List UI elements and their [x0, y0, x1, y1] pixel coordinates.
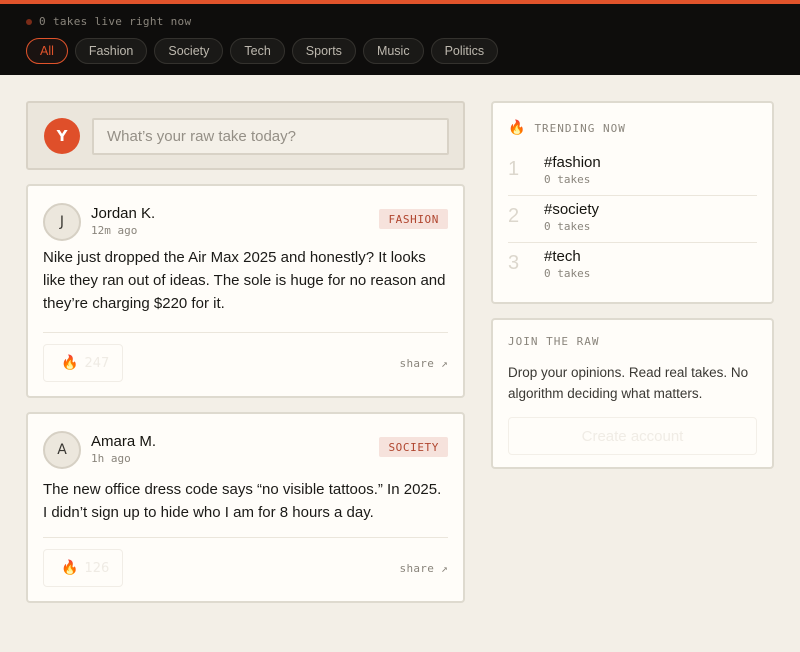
- post-body: The new office dress code says “no visib…: [43, 481, 442, 521]
- post-author[interactable]: Jordan K.: [91, 205, 155, 222]
- take-input[interactable]: What’s your raw take today?: [92, 118, 449, 155]
- flame-icon: 🔥: [508, 120, 527, 136]
- trending-count: 0 takes: [544, 173, 591, 186]
- filter-sports[interactable]: Sports: [291, 38, 356, 64]
- trending-card: 🔥 TRENDING NOW 1 #fashion 0 takes 2 #soc…: [491, 101, 774, 304]
- live-dot-icon: [26, 18, 32, 25]
- filter-music[interactable]: Music: [362, 38, 424, 64]
- avatar: J: [43, 203, 81, 241]
- filter-all[interactable]: All: [26, 38, 68, 64]
- trending-item[interactable]: 3 #tech 0 takes: [508, 243, 757, 290]
- create-account-button[interactable]: Create account: [508, 417, 757, 455]
- category-filters: All Fashion Society Tech Sports Music Po…: [26, 38, 499, 64]
- trending-count: 0 takes: [544, 267, 591, 280]
- post-card: A Amara M. 1h ago SOCIETY The new office…: [26, 412, 465, 603]
- post-tag[interactable]: SOCIETY: [379, 437, 448, 457]
- join-description: Drop your opinions. Read real takes. No …: [508, 365, 749, 401]
- avatar: A: [43, 431, 81, 469]
- filter-fashion[interactable]: Fashion: [74, 38, 148, 64]
- join-card: JOIN THE RAW Drop your opinions. Read re…: [491, 318, 774, 469]
- live-text: takes live right now: [52, 15, 192, 28]
- post-time: 1h ago: [91, 452, 131, 465]
- filter-society[interactable]: Society: [154, 38, 224, 64]
- trending-title-label: TRENDING NOW: [534, 121, 626, 135]
- post-divider: [43, 537, 448, 538]
- trending-rank: 1: [508, 158, 520, 180]
- trending-tag: #society: [544, 201, 600, 218]
- reaction-count: 126: [84, 560, 110, 576]
- trending-tag: #fashion: [544, 154, 601, 171]
- live-count: 0: [39, 15, 46, 28]
- trending-count: 0 takes: [544, 220, 591, 233]
- top-bar: 0 takes live right now All Fashion Socie…: [0, 0, 800, 75]
- post-author[interactable]: Amara M.: [91, 433, 156, 450]
- trending-rank: 2: [508, 205, 520, 227]
- user-avatar: Y: [44, 118, 80, 154]
- post-tag[interactable]: FASHION: [379, 209, 448, 229]
- trending-tag: #tech: [544, 248, 581, 265]
- trending-item[interactable]: 2 #society 0 takes: [508, 196, 757, 243]
- trending-title: 🔥 TRENDING NOW: [508, 120, 626, 136]
- join-title: JOIN THE RAW: [508, 335, 600, 348]
- post-card: J Jordan K. 12m ago FASHION Nike just dr…: [26, 184, 465, 398]
- trending-item[interactable]: 1 #fashion 0 takes: [508, 149, 757, 196]
- fire-reaction-button[interactable]: 🔥 126: [43, 549, 123, 587]
- post-body: Nike just dropped the Air Max 2025 and h…: [43, 249, 446, 312]
- flame-icon: 🔥: [61, 560, 79, 576]
- flame-icon: 🔥: [61, 355, 79, 371]
- trending-rank: 3: [508, 252, 520, 274]
- filter-politics[interactable]: Politics: [430, 38, 499, 64]
- share-link[interactable]: share ↗: [400, 562, 448, 575]
- live-status: 0 takes live right now: [26, 15, 191, 28]
- post-time: 12m ago: [91, 224, 138, 237]
- reaction-count: 247: [84, 355, 110, 371]
- post-divider: [43, 332, 448, 333]
- fire-reaction-button[interactable]: 🔥 247: [43, 344, 123, 382]
- composer: Y What’s your raw take today?: [26, 101, 465, 170]
- filter-tech[interactable]: Tech: [230, 38, 285, 64]
- share-link[interactable]: share ↗: [400, 357, 448, 370]
